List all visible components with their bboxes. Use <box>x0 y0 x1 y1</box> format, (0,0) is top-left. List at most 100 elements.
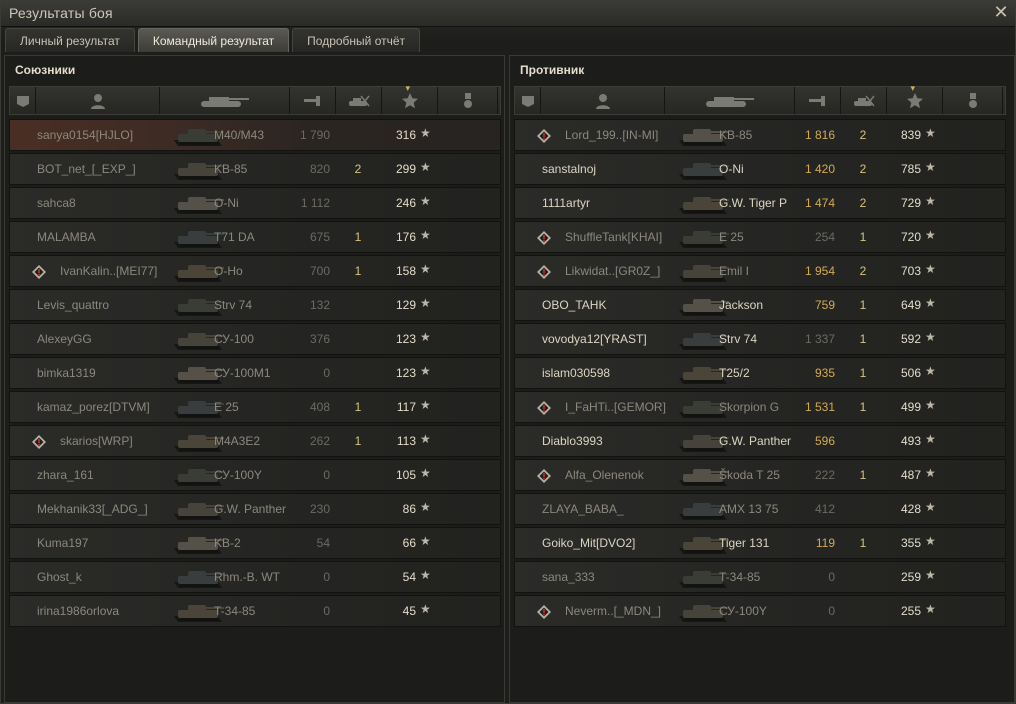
vehicle-name: KB-85 <box>214 162 248 176</box>
player-row[interactable]: zhara_161 СУ-100Y 0 105 ★ <box>9 459 501 491</box>
star-icon: ★ <box>420 466 431 480</box>
kills-value: 1 <box>859 366 867 380</box>
vehicle-name: T71 DA <box>214 230 255 244</box>
close-icon[interactable]: ✕ <box>991 2 1011 22</box>
enemies-panel: Противник ▾ Lord_199..[IN-MI] KB-85 1 816 2… <box>509 55 1015 703</box>
player-name: skarios[WRP] <box>60 434 133 448</box>
vehicle-name: O-Ho <box>214 264 243 278</box>
tab-detailed-report[interactable]: Подробный отчёт <box>292 28 421 52</box>
achievements-column-icon[interactable] <box>943 87 1003 114</box>
experience-value: 123 <box>395 332 416 346</box>
player-row[interactable]: Diablo3993 G.W. Panther 596 493 ★ <box>514 425 1006 457</box>
experience-value: 45 <box>402 604 416 618</box>
player-row[interactable]: IvanKalin..[MEI77] O-Ho 700 1 158 ★ <box>9 255 501 287</box>
player-row[interactable]: Ghost_k Rhm.-B. WT 0 54 ★ <box>9 561 501 593</box>
damage-value: 408 <box>309 400 330 414</box>
player-row[interactable]: Likwidat..[GR0Z_] Emil I 1 954 2 703 ★ <box>514 255 1006 287</box>
star-icon: ★ <box>925 160 936 174</box>
vehicle-name: Rhm.-B. WT <box>214 570 280 584</box>
squad-column-icon[interactable] <box>10 87 36 114</box>
experience-value: 428 <box>900 502 921 516</box>
player-row[interactable]: BOT_net_[_EXP_] KB-85 820 2 299 ★ <box>9 153 501 185</box>
star-icon: ★ <box>420 568 431 582</box>
vehicle-name: Strv 74 <box>719 332 758 346</box>
player-row[interactable]: irina1986orlova T-34-85 0 45 ★ <box>9 595 501 627</box>
experience-value: 493 <box>900 434 921 448</box>
tab-bar: Личный результат Командный результат Под… <box>5 28 421 52</box>
experience-value: 316 <box>395 128 416 142</box>
star-icon: ★ <box>420 432 431 446</box>
player-row[interactable]: skarios[WRP] M4A3E2 262 1 113 ★ <box>9 425 501 457</box>
star-icon: ★ <box>420 160 431 174</box>
player-name: Levis_quattro <box>37 298 110 312</box>
player-row[interactable]: islam030598 T25/2 935 1 506 ★ <box>514 357 1006 389</box>
player-row[interactable]: vovodya12[YRAST] Strv 74 1 337 1 592 ★ <box>514 323 1006 355</box>
star-icon: ★ <box>420 330 431 344</box>
kills-column-icon[interactable] <box>841 87 887 114</box>
damage-value: 254 <box>814 230 835 244</box>
vehicle-name: Emil I <box>719 264 749 278</box>
platoon-icon <box>537 129 551 143</box>
player-row[interactable]: sanstalnoj O-Ni 1 420 2 785 ★ <box>514 153 1006 185</box>
player-row[interactable]: bimka1319 СУ-100М1 0 123 ★ <box>9 357 501 389</box>
kills-value: 2 <box>859 162 867 176</box>
player-row[interactable]: OBO_TAHK Jackson 759 1 649 ★ <box>514 289 1006 321</box>
experience-column-icon[interactable]: ▾ <box>382 84 438 114</box>
player-name: I_FaHTi..[GEMOR] <box>565 400 666 414</box>
player-row[interactable]: sanya0154[HJLO] M40/M43 1 790 316 ★ <box>9 119 501 151</box>
player-row[interactable]: Mekhanik33[_ADG_] G.W. Panther 230 86 ★ <box>9 493 501 525</box>
squad-column-icon[interactable] <box>515 87 541 114</box>
player-row[interactable]: I_FaHTi..[GEMOR] Skorpion G 1 531 1 499 ★ <box>514 391 1006 423</box>
experience-value: 649 <box>900 298 921 312</box>
player-name: Kuma197 <box>37 536 89 550</box>
player-row[interactable]: Lord_199..[IN-MI] KB-85 1 816 2 839 ★ <box>514 119 1006 151</box>
kills-column-icon[interactable] <box>336 87 382 114</box>
player-row[interactable]: MALAMBA T71 DA 675 1 176 ★ <box>9 221 501 253</box>
player-row[interactable]: ZLAYA_BABA_ AMX 13 75 412 428 ★ <box>514 493 1006 525</box>
damage-value: 230 <box>309 502 330 516</box>
experience-value: 86 <box>402 502 416 516</box>
kills-value: 2 <box>859 196 867 210</box>
player-row[interactable]: Kuma197 KB-2 54 66 ★ <box>9 527 501 559</box>
player-row[interactable]: 1111artyr G.W. Tiger P 1 474 2 729 ★ <box>514 187 1006 219</box>
damage-value: 0 <box>323 604 330 618</box>
experience-value: 729 <box>900 196 921 210</box>
experience-column-icon[interactable]: ▾ <box>887 83 943 114</box>
player-row[interactable]: AlexeyGG СУ-100 376 123 ★ <box>9 323 501 355</box>
player-column-icon[interactable] <box>36 87 160 114</box>
player-name: sahca8 <box>37 196 76 210</box>
vehicle-name: Strv 74 <box>214 298 253 312</box>
player-column-icon[interactable] <box>541 87 665 114</box>
player-row[interactable]: Alfa_Olenenok Škoda T 25 222 1 487 ★ <box>514 459 1006 491</box>
player-name: Neverm..[_MDN_] <box>565 604 662 618</box>
player-row[interactable]: sana_333 T-34-85 0 259 ★ <box>514 561 1006 593</box>
achievements-column-icon[interactable] <box>438 87 498 114</box>
player-name: irina1986orlova <box>37 604 120 618</box>
player-row[interactable]: kamaz_porez[DTVM] E 25 408 1 117 ★ <box>9 391 501 423</box>
player-row[interactable]: Levis_quattro Strv 74 132 129 ★ <box>9 289 501 321</box>
tab-team-result[interactable]: Командный результат <box>137 28 290 52</box>
damage-value: 1 531 <box>804 400 835 414</box>
vehicle-name: СУ-100Y <box>719 604 767 618</box>
experience-value: 703 <box>900 264 921 278</box>
experience-value: 66 <box>402 536 416 550</box>
vehicle-column-icon[interactable] <box>160 87 290 114</box>
experience-value: 246 <box>395 196 416 210</box>
player-row[interactable]: sahca8 O-Ni 1 112 246 ★ <box>9 187 501 219</box>
player-row[interactable]: Neverm..[_MDN_] СУ-100Y 0 255 ★ <box>514 595 1006 627</box>
vehicle-name: M4A3E2 <box>214 434 261 448</box>
vehicle-column-icon[interactable] <box>665 87 795 114</box>
star-icon: ★ <box>925 364 936 378</box>
title-bar: Результаты боя ✕ <box>1 1 1015 27</box>
experience-value: 487 <box>900 468 921 482</box>
player-row[interactable]: Goiko_Mit[DVO2] Tiger 131 119 1 355 ★ <box>514 527 1006 559</box>
kills-value: 2 <box>859 128 867 142</box>
sort-indicator-icon: ▾ <box>910 83 916 93</box>
tab-personal-result[interactable]: Личный результат <box>5 28 135 52</box>
damage-column-icon[interactable] <box>290 87 336 114</box>
damage-value: 0 <box>828 604 835 618</box>
damage-column-icon[interactable] <box>795 87 841 114</box>
vehicle-name: Tiger 131 <box>719 536 770 550</box>
vehicle-name: Skorpion G <box>719 400 780 414</box>
player-row[interactable]: ShuffleTank[KHAI] E 25 254 1 720 ★ <box>514 221 1006 253</box>
